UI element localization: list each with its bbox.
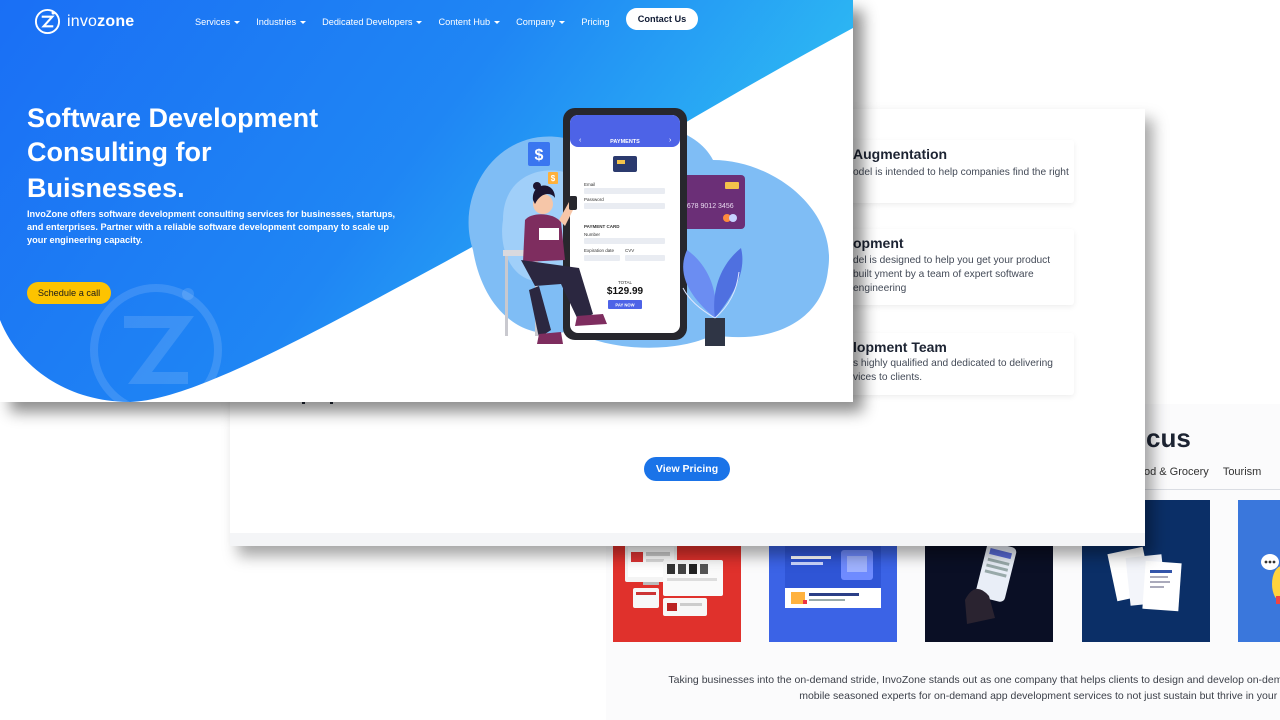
hero-section: invozone Services Industries Dedicated D… xyxy=(0,0,853,402)
nav-item-content-hub[interactable]: Content Hub xyxy=(438,17,501,27)
screenshot-stage: cus od & Grocery Tourism Taking business… xyxy=(0,0,1280,720)
nav-item-pricing[interactable]: Pricing xyxy=(581,17,609,27)
total-value: $129.99 xyxy=(607,286,644,297)
hero-description: InvoZone offers software development con… xyxy=(27,209,396,245)
chevron-down-icon xyxy=(234,20,241,24)
main-navigation: Services Industries Dedicated Developers… xyxy=(195,17,626,27)
chevron-down-icon xyxy=(494,20,501,24)
service-description: odel is intended to help companies find … xyxy=(853,167,1069,178)
nav-item-services[interactable]: Services xyxy=(195,17,241,27)
service-card-development-team[interactable]: lopment Team s highly qualified and dedi… xyxy=(838,333,1074,395)
field-label: Password xyxy=(584,197,604,202)
hero-title-line: Consulting for xyxy=(27,137,212,167)
contact-us-button[interactable]: Contact Us xyxy=(626,8,698,30)
nav-label: Content Hub xyxy=(438,17,491,27)
service-description: s highly qualified and dedicated to deli… xyxy=(853,358,1053,383)
brand-logo[interactable]: invozone xyxy=(34,8,134,35)
section-footer-strip xyxy=(230,533,1145,546)
nav-item-company[interactable]: Company xyxy=(516,17,566,27)
field-label: Expiration date xyxy=(584,248,615,253)
tab-divider xyxy=(1144,489,1280,490)
chevron-down-icon xyxy=(300,20,307,24)
chat-bot-image xyxy=(1261,554,1280,604)
nav-label: Services xyxy=(195,17,231,27)
svg-text:$: $ xyxy=(551,174,556,183)
plant-pot xyxy=(705,318,725,346)
view-pricing-button[interactable]: View Pricing xyxy=(644,457,730,481)
portfolio-heading: cus xyxy=(1146,423,1191,453)
svg-text:$: $ xyxy=(535,147,544,164)
hero-title-line: Buisnesses. xyxy=(27,173,185,203)
chevron-down-icon xyxy=(559,20,566,24)
service-card-augmentation[interactable]: Augmentation odel is intended to help co… xyxy=(838,140,1074,203)
pay-now-label: PAY NOW xyxy=(615,303,634,308)
nav-item-industries[interactable]: Industries xyxy=(256,17,307,27)
hero-title: Software Development Consulting for Buis… xyxy=(27,101,407,205)
nav-label: Pricing xyxy=(581,17,610,27)
chevron-down-icon xyxy=(416,20,423,24)
nav-label: Company xyxy=(516,17,556,27)
tab-tourism[interactable]: Tourism xyxy=(1223,466,1262,478)
service-title: Augmentation xyxy=(853,146,948,162)
brand-wordmark: invozone xyxy=(67,12,135,30)
service-title: opment xyxy=(853,235,904,251)
service-card-development[interactable]: opment del is designed to help you get y… xyxy=(838,229,1074,305)
industry-tabs: od & Grocery Tourism xyxy=(1144,466,1261,478)
field-label: CVV xyxy=(625,248,634,253)
payment-illustration: $ $ 5678 9012 3456 PAYMENTS ‹ › Email Pa… xyxy=(468,108,830,348)
card-number-text: 5678 9012 3456 xyxy=(683,203,734,210)
field-label: Email xyxy=(584,182,595,187)
invozone-logo-icon xyxy=(34,8,61,35)
service-description: del is designed to help you get your pro… xyxy=(853,255,1051,294)
nav-label: Industries xyxy=(256,17,297,27)
service-title: lopment Team xyxy=(853,339,947,355)
tab-food-grocery[interactable]: od & Grocery xyxy=(1144,466,1209,478)
field-label: PAYMENT CARD xyxy=(584,224,620,229)
phone-header-text: PAYMENTS xyxy=(610,139,640,145)
hero-title-line: Software Development xyxy=(27,103,319,133)
total-label: TOTAL xyxy=(618,280,633,285)
nav-item-dedicated-developers[interactable]: Dedicated Developers xyxy=(322,17,423,27)
portfolio-card-chat[interactable] xyxy=(1238,500,1280,642)
field-label: Number xyxy=(584,232,601,237)
schedule-call-button[interactable]: Schedule a call xyxy=(27,282,111,304)
nav-label: Dedicated Developers xyxy=(322,17,413,27)
portfolio-paragraph: Taking businesses into the on-demand str… xyxy=(668,674,1280,702)
